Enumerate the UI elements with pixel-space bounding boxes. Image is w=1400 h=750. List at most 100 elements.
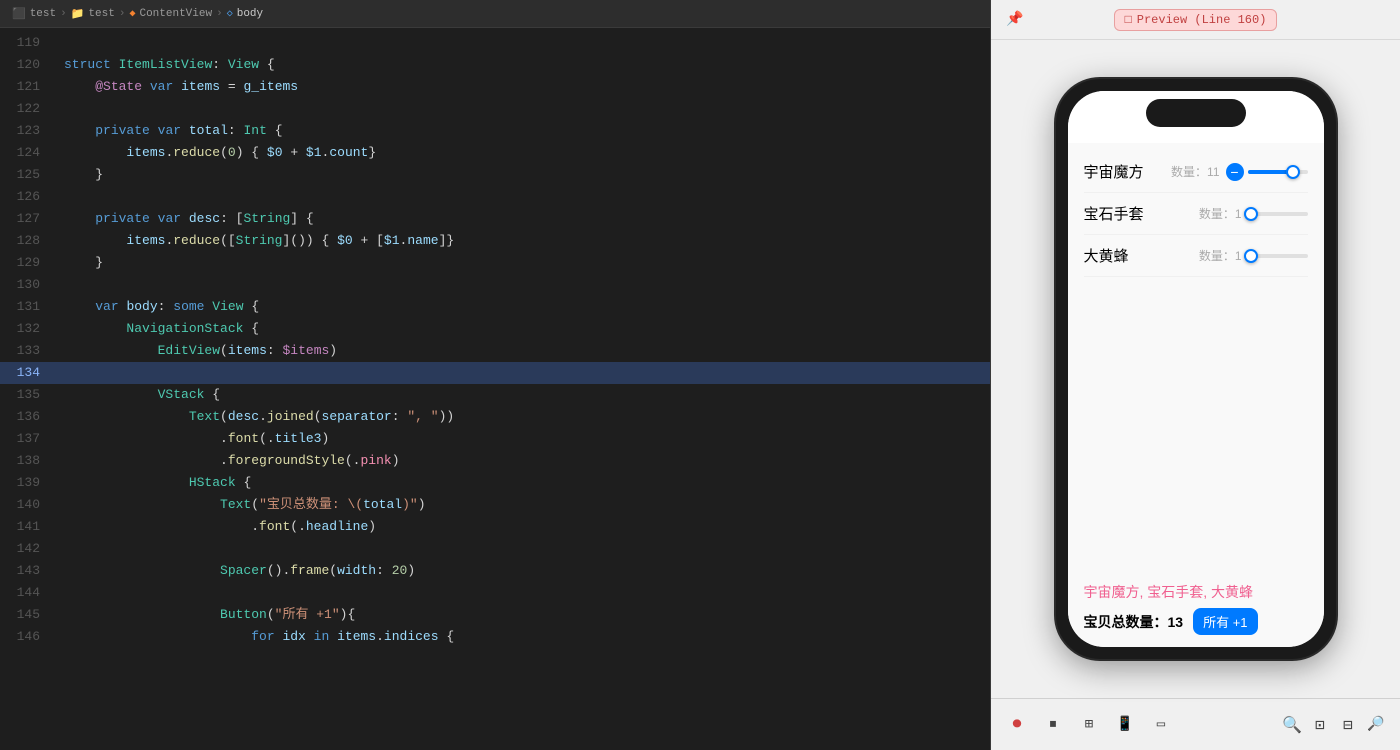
code-line-132: NavigationStack {	[56, 318, 990, 340]
stepper-track-2[interactable]	[1248, 212, 1308, 216]
item-name-2: 宝石手套	[1084, 203, 1144, 224]
item-name-1: 宇宙魔方	[1084, 161, 1144, 182]
preview-title: Preview (Line 160)	[1137, 13, 1267, 27]
code-line-130	[56, 274, 990, 296]
breadcrumb-sep-3: ›	[216, 8, 223, 20]
code-line-137: .font(.title3)	[56, 428, 990, 450]
list-item-3: 大黄蜂 数量：1	[1084, 235, 1308, 277]
line-137: 137	[0, 428, 56, 450]
stepper-minus-1[interactable]: −	[1226, 163, 1244, 181]
breadcrumb-contentview[interactable]: ◆ ContentView	[129, 8, 212, 20]
orientation-button[interactable]: ▭	[1147, 711, 1175, 739]
code-line-124: items.reduce(0) { $0 + $1.count}	[56, 142, 990, 164]
preview-icon: □	[1125, 13, 1132, 27]
editor-panel: ⬛ test › 📁 test › ◆ ContentView › ◇ body…	[0, 0, 990, 750]
item-stepper-3[interactable]	[1248, 254, 1308, 258]
code-line-127: private var desc: [String] {	[56, 208, 990, 230]
phone-mockup: 宇宙魔方 数量：11 −	[1056, 79, 1336, 659]
phone-screen: 宇宙魔方 数量：11 −	[1068, 91, 1324, 647]
item-stepper-2[interactable]	[1248, 212, 1308, 216]
zoom-plus-icon: 🔎	[1367, 716, 1384, 733]
swift-icon-1: ◆	[129, 8, 135, 20]
line-132: 132	[0, 318, 56, 340]
line-128: 128	[0, 230, 56, 252]
preview-panel: 📌 □ Preview (Line 160) 宇宙魔方 数量：11	[990, 0, 1400, 750]
code-content[interactable]: struct ItemListView: View { @State var i…	[56, 28, 990, 750]
play-button[interactable]: ⏺	[1003, 711, 1031, 739]
line-134: 134	[0, 362, 56, 384]
toolbar-right: 🔍 ⊡ ⊟ 🔎	[1280, 713, 1388, 737]
grid-button[interactable]: ⊞	[1075, 711, 1103, 739]
code-line-135: VStack {	[56, 384, 990, 406]
stepper-track-3[interactable]	[1248, 254, 1308, 258]
line-124: 124	[0, 142, 56, 164]
item-count-area-1: 数量：11 −	[1171, 163, 1307, 181]
line-142: 142	[0, 538, 56, 560]
device-button[interactable]: 📱	[1111, 711, 1139, 739]
code-line-120: struct ItemListView: View {	[56, 54, 990, 76]
code-line-133: EditView(items: $items)	[56, 340, 990, 362]
pin-icon: 📌	[1006, 11, 1023, 28]
phone-bottom: 宇宙魔方, 宝石手套, 大黄蜂 宝贝总数量：13 所有 +1	[1068, 570, 1324, 647]
code-line-144	[56, 582, 990, 604]
stepper-thumb-1	[1286, 165, 1300, 179]
phone-notch	[1146, 99, 1246, 127]
preview-toolbar: ⏺ ⏹ ⊞ 📱 ▭ 🔍 ⊡ ⊟	[991, 698, 1400, 750]
code-line-125: }	[56, 164, 990, 186]
item-count-label-3: 数量：1	[1199, 247, 1242, 264]
stepper-track-1[interactable]	[1248, 170, 1308, 174]
zoom-minus-button[interactable]: 🔍	[1280, 713, 1304, 737]
code-line-143: Spacer().frame(width: 20)	[56, 560, 990, 582]
phone-total: 宝贝总数量：13	[1084, 612, 1184, 632]
code-line-119	[56, 32, 990, 54]
breadcrumb-test1[interactable]: ⬛ test	[12, 7, 56, 21]
folder-icon-2: 📁	[71, 7, 85, 21]
code-line-138: .foregroundStyle(.pink)	[56, 450, 990, 472]
item-stepper-1[interactable]: −	[1226, 163, 1308, 181]
line-138: 138	[0, 450, 56, 472]
pin-button[interactable]: 📌	[1003, 8, 1027, 32]
preview-title-badge: □ Preview (Line 160)	[1114, 9, 1278, 31]
line-126: 126	[0, 186, 56, 208]
code-line-139: HStack {	[56, 472, 990, 494]
code-area: 119 120 121 122 123 124 125 126 127 128 …	[0, 28, 990, 750]
code-line-122	[56, 98, 990, 120]
grid-icon: ⊞	[1085, 716, 1093, 733]
line-143: 143	[0, 560, 56, 582]
all-plus-button[interactable]: 所有 +1	[1193, 608, 1257, 635]
code-line-126	[56, 186, 990, 208]
list-item-2: 宝石手套 数量：1	[1084, 193, 1308, 235]
line-127: 127	[0, 208, 56, 230]
line-122: 122	[0, 98, 56, 120]
zoom-minus-icon: 🔍	[1282, 715, 1302, 735]
line-129: 129	[0, 252, 56, 274]
breadcrumb: ⬛ test › 📁 test › ◆ ContentView › ◇ body	[0, 0, 990, 28]
line-119: 119	[0, 32, 56, 54]
zoom-fit-icon: ⊟	[1343, 715, 1353, 735]
item-count-area-2: 数量：1	[1199, 205, 1308, 222]
device-icon: 📱	[1116, 716, 1133, 733]
line-141: 141	[0, 516, 56, 538]
item-count-area-3: 数量：1	[1199, 247, 1308, 264]
orientation-icon: ▭	[1157, 716, 1165, 733]
breadcrumb-sep-2: ›	[119, 8, 126, 20]
stop-button[interactable]: ⏹	[1039, 711, 1067, 739]
zoom-actual-button[interactable]: ⊡	[1308, 713, 1332, 737]
line-123: 123	[0, 120, 56, 142]
breadcrumb-body[interactable]: ◇ body	[227, 8, 263, 20]
item-count-label-1: 数量：11	[1171, 163, 1219, 180]
line-130: 130	[0, 274, 56, 296]
code-line-121: @State var items = g_items	[56, 76, 990, 98]
line-121: 121	[0, 76, 56, 98]
stepper-thumb-2	[1244, 207, 1258, 221]
code-line-136: Text(desc.joined(separator: ", "))	[56, 406, 990, 428]
breadcrumb-test2[interactable]: 📁 test	[71, 7, 115, 21]
zoom-fit-button[interactable]: ⊟	[1336, 713, 1360, 737]
code-line-131: var body: some View {	[56, 296, 990, 318]
code-line-142	[56, 538, 990, 560]
phone-list: 宇宙魔方 数量：11 −	[1068, 143, 1324, 570]
line-140: 140	[0, 494, 56, 516]
breadcrumb-sep-1: ›	[60, 8, 67, 20]
zoom-plus-button[interactable]: 🔎	[1364, 713, 1388, 737]
list-item-1: 宇宙魔方 数量：11 −	[1084, 151, 1308, 193]
